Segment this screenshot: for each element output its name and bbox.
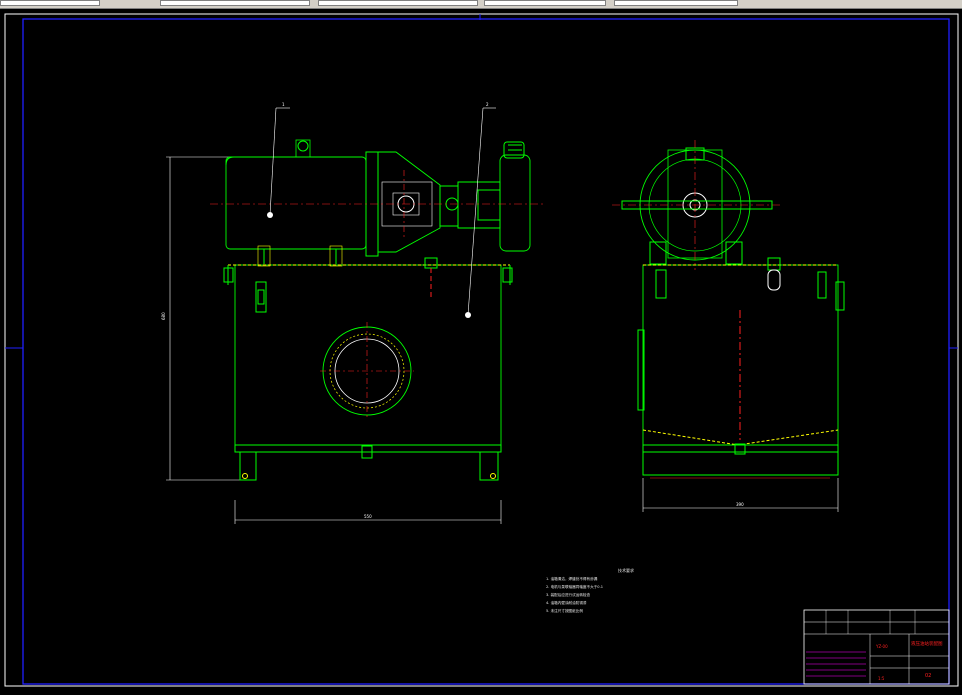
toolbar-field-2[interactable] bbox=[160, 0, 310, 6]
toolbar-field-3[interactable] bbox=[318, 0, 478, 6]
technical-note-line: 4. 油箱内壁涂耐油防锈漆 bbox=[546, 601, 587, 605]
drawing-frame bbox=[22, 18, 950, 685]
dim-height-label: 680 bbox=[161, 312, 166, 320]
side-view: 390 bbox=[612, 140, 845, 512]
cad-drawing-canvas[interactable]: 680 550 1 2 390 液压油站装配图 YZ-00 1:5 02 技术要… bbox=[0, 9, 962, 691]
title-block: 液压油站装配图 YZ-00 1:5 02 bbox=[803, 609, 950, 685]
technical-note-line: 3. 装配后应进行试运转检查 bbox=[546, 593, 591, 597]
toolbar bbox=[0, 0, 962, 9]
technical-note-line: 5. 未注尺寸按图纸比例 bbox=[546, 609, 583, 613]
technical-note-line: 2. 电机与泵联轴器同轴度不大于0.1 bbox=[546, 585, 604, 589]
sheet-border bbox=[4, 13, 959, 687]
technical-notes-title: 技术要求 bbox=[618, 568, 634, 573]
callout-2: 2 bbox=[486, 102, 489, 107]
title-block-sheet: 02 bbox=[925, 673, 931, 679]
title-block-drawing-no: YZ-00 bbox=[875, 644, 888, 649]
drawing-svg: 680 550 1 2 390 液压油站装配图 YZ-00 1:5 02 bbox=[4, 13, 959, 687]
title-block-title: 液压油站装配图 bbox=[911, 640, 943, 647]
technical-note-line: 1. 油箱清洁，焊缝处不得有渗漏 bbox=[546, 577, 598, 581]
dim-side-width-label: 390 bbox=[736, 502, 744, 507]
toolbar-field-4[interactable] bbox=[484, 0, 606, 6]
title-block-scale: 1:5 bbox=[878, 676, 885, 681]
technical-notes: 技术要求 1. 油箱清洁，焊缝处不得有渗漏 2. 电机与泵联轴器同轴度不大于0.… bbox=[546, 567, 686, 615]
callout-1: 1 bbox=[282, 102, 285, 107]
front-view: 680 550 1 2 bbox=[161, 102, 545, 524]
toolbar-field-5[interactable] bbox=[614, 0, 738, 6]
toolbar-field-1[interactable] bbox=[0, 0, 100, 6]
dim-width-label: 550 bbox=[364, 514, 372, 519]
